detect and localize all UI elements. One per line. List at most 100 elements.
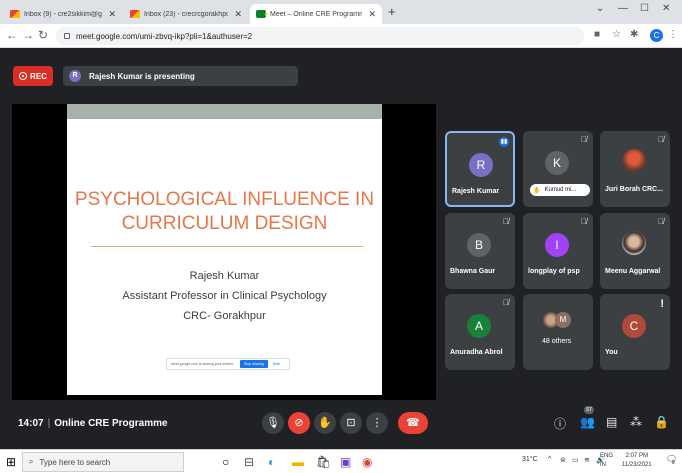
participant-tile[interactable]: 🎙̸ B Bhawna Gaur — [445, 213, 515, 289]
taskbar-search-input[interactable]: ⌕ Type here to search — [22, 452, 184, 472]
forward-button[interactable]: → — [22, 28, 34, 42]
close-icon[interactable]: ✕ — [368, 9, 376, 20]
host-controls-icon[interactable]: 🔒 — [654, 415, 669, 429]
system-clock[interactable]: 2:07 PM 11/23/2021 — [622, 452, 652, 470]
camera-icon[interactable]: ■ — [594, 29, 600, 40]
windows-start-icon[interactable]: ⊞ — [6, 455, 16, 469]
network-icon[interactable]: ⊜ — [560, 456, 566, 464]
participant-tile[interactable]: M 48 others — [523, 294, 593, 370]
participant-name: Kumud mi... — [544, 187, 577, 193]
mic-off-icon: 🎙̸ — [581, 217, 587, 226]
tab-inbox-1[interactable]: Inbox (9) - cre2sikkim@gmail.co ✕ — [4, 4, 122, 24]
participant-tile[interactable]: ▮▮ R Rajesh Kumar — [445, 131, 515, 207]
activities-icon[interactable]: ⁂ — [630, 415, 642, 429]
wifi-icon[interactable]: ≋ — [584, 456, 590, 464]
file-explorer-icon[interactable]: ▬ — [292, 455, 304, 469]
rec-label: REC — [30, 71, 47, 81]
present-button[interactable]: ⊡ — [340, 412, 362, 434]
url-field[interactable]: meet.google.com/umi-zbvq-ikp?pli=1&authu… — [56, 27, 584, 45]
participant-tile[interactable]: 🎙̸ Juri Borah CRC... — [600, 131, 670, 207]
avatar: K — [545, 151, 569, 175]
avatar: A — [467, 314, 491, 338]
leave-call-button[interactable]: ☎ — [398, 412, 428, 434]
hang-up-icon: ☎ — [406, 417, 420, 429]
mic-off-icon: 🎙̸ — [503, 217, 509, 226]
avatar: C — [622, 314, 646, 338]
camera-button[interactable]: ⊘ — [288, 412, 310, 434]
app-icon[interactable]: ▣ — [340, 455, 351, 469]
profile-photo — [622, 149, 646, 173]
edge-icon[interactable]: ◐ — [268, 455, 275, 469]
minimize-button[interactable]: — — [618, 3, 628, 14]
battery-icon[interactable]: ▭ — [572, 456, 579, 464]
recording-badge: REC — [13, 66, 53, 86]
meeting-info: 14:07 | Online CRE Programme — [18, 418, 168, 429]
close-window-button[interactable]: ✕ — [662, 3, 670, 14]
presenting-text: Rajesh Kumar is presenting — [89, 71, 195, 81]
tab-meet[interactable]: Meet – Online CRE Programme ✕ — [250, 4, 382, 24]
widgets-icon[interactable]: ⊟ — [244, 455, 254, 469]
reload-button[interactable]: ↻ — [38, 28, 48, 42]
participant-tile[interactable]: ! C You — [600, 294, 670, 370]
participant-tile[interactable]: 🎙̸ A Anuradha Abrol — [445, 294, 515, 370]
mic-icon: 🎙 — [266, 417, 280, 429]
extensions-icon[interactable]: ✱ — [630, 29, 638, 40]
more-options-button[interactable]: ⋮ — [366, 412, 388, 434]
language-indicator[interactable]: ENG IN — [600, 452, 613, 470]
search-placeholder: Type here to search — [39, 457, 111, 467]
more-icon: ⋮ — [371, 417, 383, 429]
slide-title-line2: CURRICULUM DESIGN — [121, 213, 328, 234]
chevron-down-icon[interactable]: ⌄ — [596, 3, 604, 14]
participant-name: Juri Borah CRC... — [605, 186, 663, 193]
chrome-icon[interactable]: ◉ — [362, 455, 372, 469]
maximize-button[interactable]: ☐ — [640, 3, 649, 14]
store-icon[interactable]: 🛍 — [316, 455, 331, 469]
task-view-icon[interactable]: ○ — [222, 455, 229, 469]
meeting-time: 14:07 — [18, 418, 44, 429]
participant-name: Anuradha Abrol — [450, 349, 503, 356]
participant-tile[interactable]: 🎙̸ Meenu Aggarwal — [600, 213, 670, 289]
lock-icon — [64, 33, 70, 39]
back-button[interactable]: ← — [6, 28, 18, 42]
weather-text[interactable]: 31°C — [522, 456, 538, 463]
info-icon[interactable]: ⓘ — [554, 415, 566, 432]
raise-hand-button[interactable]: ✋ — [314, 412, 336, 434]
close-icon[interactable]: ✕ — [234, 9, 242, 20]
participant-name: Rajesh Kumar — [452, 188, 500, 195]
slide-role: Assistant Professor in Clinical Psycholo… — [122, 290, 327, 302]
participant-count-badge: 57 — [584, 406, 594, 414]
participant-tile[interactable]: 🎙̸ K ✋ Kumud mi... — [523, 131, 593, 207]
notification-count: 8 — [672, 460, 675, 466]
gmail-icon — [130, 10, 140, 18]
avatar: B — [467, 233, 491, 257]
chevron-up-icon[interactable]: ^ — [548, 456, 551, 463]
stop-sharing-button[interactable]: Stop sharing — [240, 360, 268, 368]
new-tab-button[interactable]: + — [388, 4, 396, 19]
participant-name: Meenu Aggarwal — [605, 268, 661, 275]
chat-icon[interactable]: ▤ — [606, 415, 617, 429]
star-icon[interactable]: ☆ — [612, 29, 621, 40]
speaking-icon: ▮▮ — [499, 137, 509, 147]
mic-off-icon: 🎙̸ — [658, 135, 664, 144]
presenter-avatar: R — [69, 70, 81, 82]
pinned-name-chip: ✋ Kumud mi... — [530, 184, 590, 196]
browser-tab-strip: Inbox (9) - cre2sikkim@gmail.co ✕ Inbox … — [0, 0, 682, 24]
people-icon[interactable]: 👥 — [580, 415, 595, 429]
menu-icon[interactable]: ⋮ — [668, 29, 678, 40]
lang-line1: ENG — [600, 453, 614, 459]
participant-tile[interactable]: 🎙̸ l longplay of psp — [523, 213, 593, 289]
close-icon[interactable]: ✕ — [108, 9, 116, 20]
camera-off-icon: ⊘ — [294, 417, 304, 429]
tab-title: Inbox (9) - cre2sikkim@gmail.co — [24, 10, 102, 18]
tab-inbox-2[interactable]: Inbox (23) - crecrcgorakhpur20 ✕ — [124, 4, 248, 24]
avatar[interactable]: C — [650, 29, 663, 42]
participant-name: Bhawna Gaur — [450, 268, 496, 275]
clock-time: 2:07 PM — [625, 453, 648, 459]
slide-org: CRC- Gorakhpur — [183, 310, 266, 322]
hide-button[interactable]: Hide — [273, 362, 280, 366]
url-text: meet.google.com/umi-zbvq-ikp?pli=1&authu… — [76, 31, 253, 41]
avatar: R — [469, 153, 493, 177]
mic-button[interactable]: 🎙 — [262, 412, 284, 434]
slide-author: Rajesh Kumar — [189, 270, 260, 282]
shared-slide: PSYCHOLOGICAL INFLUENCE IN CURRICULUM DE… — [67, 104, 382, 395]
